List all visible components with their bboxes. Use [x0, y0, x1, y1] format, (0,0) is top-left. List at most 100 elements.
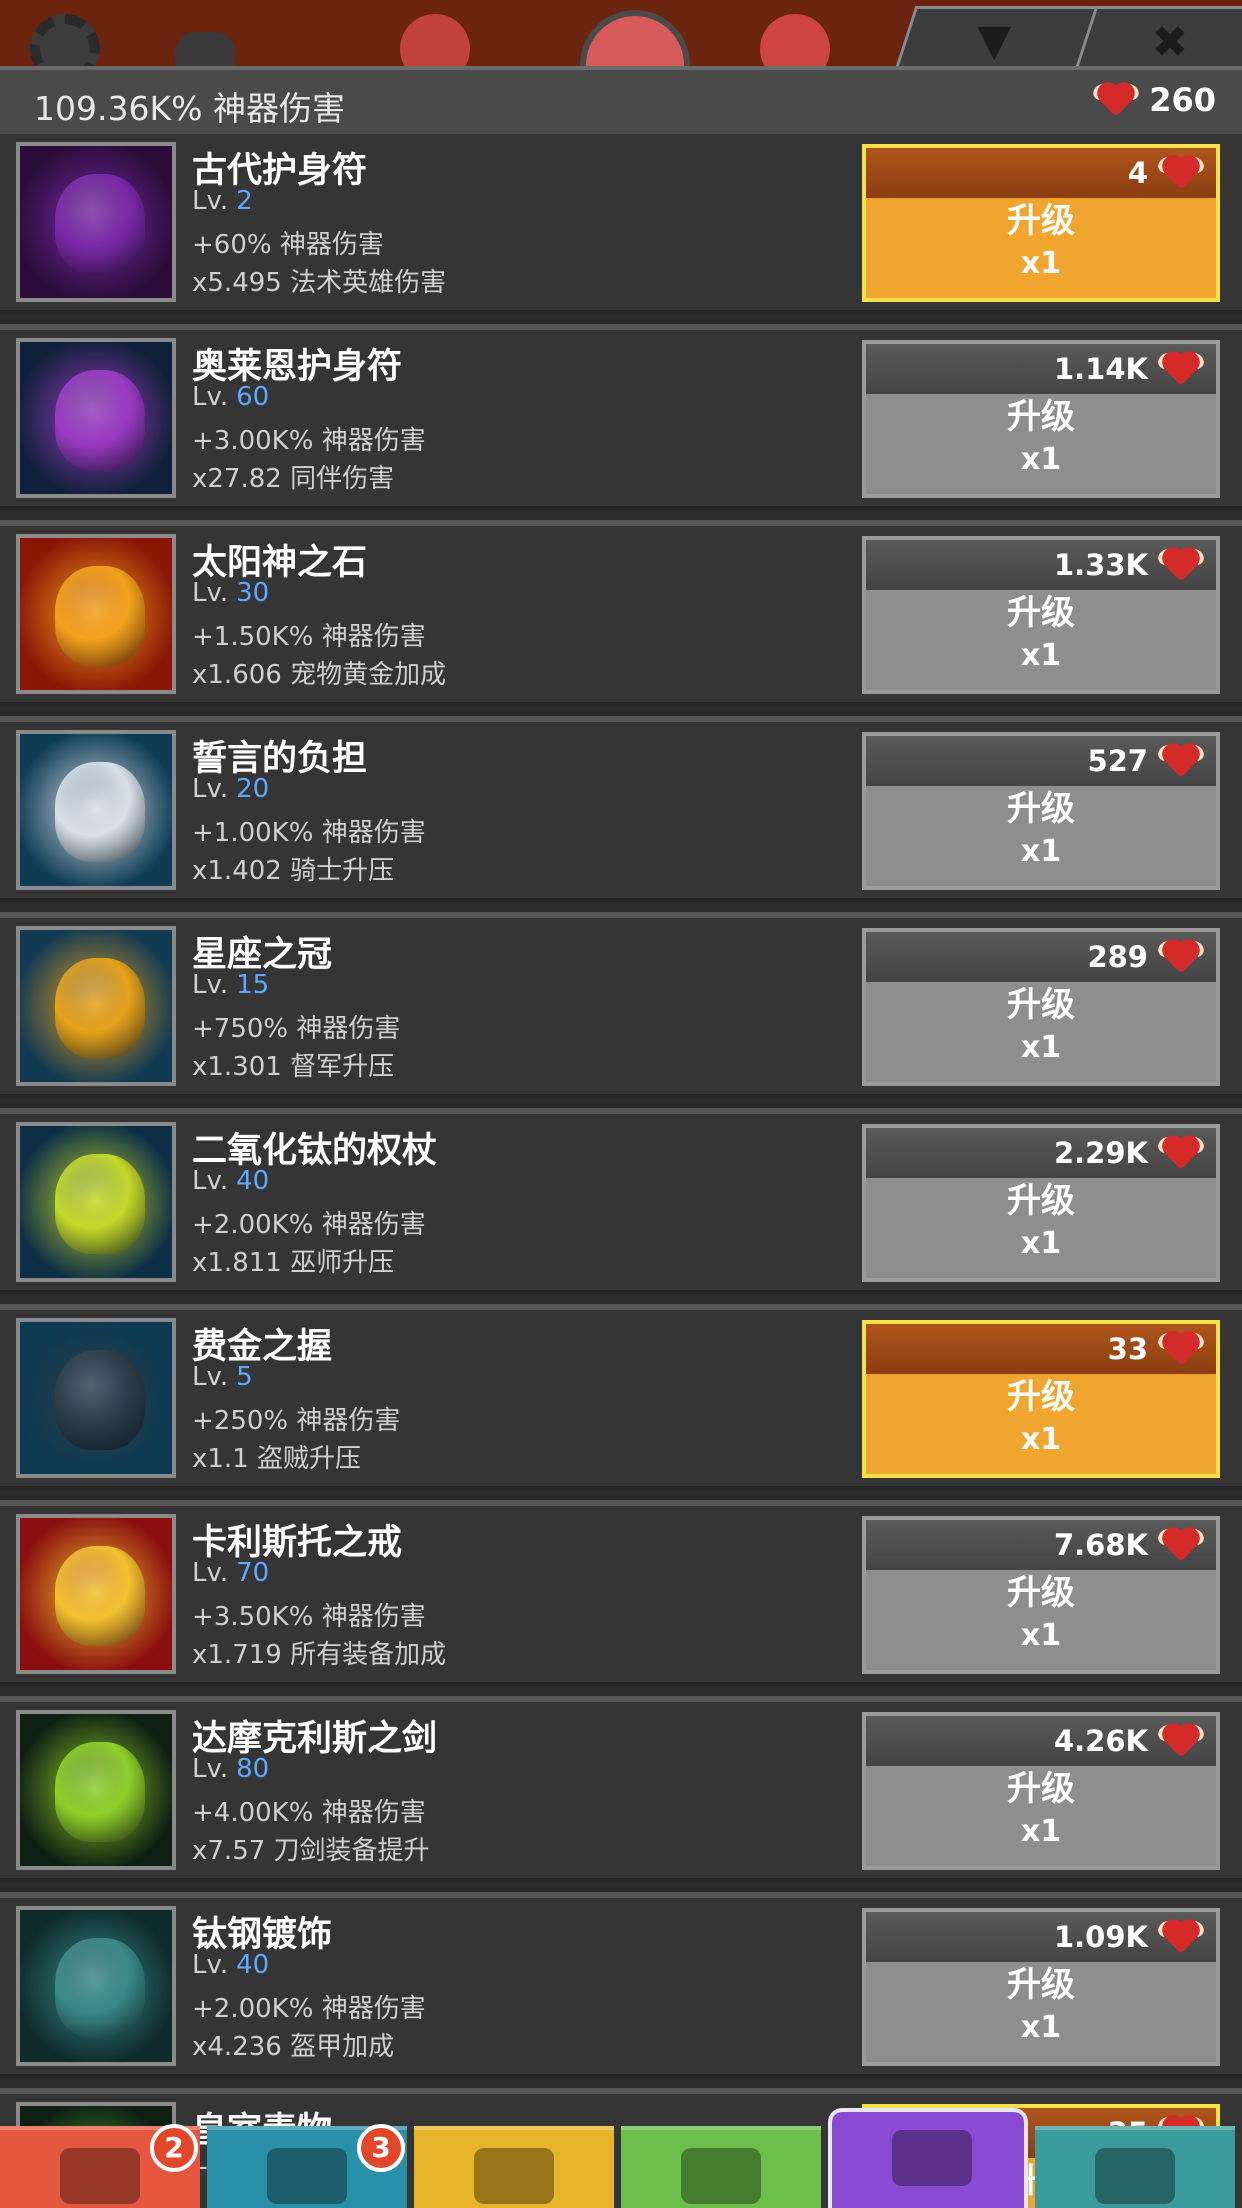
upgrade-button[interactable]: 1.33K 升级 x1: [862, 536, 1220, 694]
upgrade-label: 升级: [1007, 1573, 1075, 1613]
upgrade-label: 升级: [1007, 985, 1075, 1025]
artifact-portrait[interactable]: [16, 338, 176, 498]
upgrade-label: 升级: [1007, 201, 1075, 241]
artifact-list[interactable]: 古代护身符 Lv. 2 +60% 神器伤害 x5.495 法术英雄伤害 4 升级 …: [0, 134, 1242, 2208]
upgrade-multiplier: x1: [1020, 1030, 1062, 1065]
upgrade-button[interactable]: 2.29K 升级 x1: [862, 1124, 1220, 1282]
bottom-nav: 23: [0, 2108, 1242, 2208]
winged-heart-icon: [1155, 1133, 1207, 1173]
upgrade-button[interactable]: 4 升级 x1: [862, 144, 1220, 302]
artifact-bonus-stat: x1.811 巫师升压: [192, 1248, 395, 1278]
artifact-portrait[interactable]: [16, 142, 176, 302]
artifact-row: 卡利斯托之戒 Lv. 70 +3.50K% 神器伤害 x1.719 所有装备加成 …: [0, 1506, 1242, 1702]
nav-tab-pets[interactable]: [621, 2126, 821, 2208]
upgrade-label: 升级: [1007, 1965, 1075, 2005]
upgrade-label: 升级: [1007, 1377, 1075, 1417]
upgrade-multiplier: x1: [1020, 246, 1062, 281]
close-icon: ✖: [1151, 17, 1189, 68]
artifact-portrait[interactable]: [16, 1710, 176, 1870]
upgrade-button[interactable]: 33 升级 x1: [862, 1320, 1220, 1478]
artifact-level: Lv. 30: [192, 578, 269, 608]
artifact-portrait[interactable]: [16, 730, 176, 890]
artifact-damage-stat: +750% 神器伤害: [192, 1014, 401, 1044]
artifact-portrait[interactable]: [16, 1514, 176, 1674]
sword-icon: [60, 2148, 140, 2204]
artifact-damage-stat: +3.50K% 神器伤害: [192, 1602, 426, 1632]
nav-tab-shop[interactable]: [1035, 2126, 1235, 2208]
artifact-portrait[interactable]: [16, 926, 176, 1086]
nav-tab-artifacts[interactable]: [828, 2108, 1028, 2208]
upgrade-button[interactable]: 1.09K 升级 x1: [862, 1908, 1220, 2066]
upgrade-button[interactable]: 527 升级 x1: [862, 732, 1220, 890]
skill-orb-icon[interactable]: [760, 14, 830, 70]
level-label: Lv.: [192, 382, 229, 412]
skill-orb-icon[interactable]: [580, 10, 690, 70]
upgrade-cost: 7.68K: [866, 1520, 1216, 1570]
artifact-portrait[interactable]: [16, 534, 176, 694]
notification-badge: 3: [357, 2124, 405, 2172]
upgrade-cost: 33: [866, 1324, 1216, 1374]
level-label: Lv.: [192, 774, 229, 804]
artifact-damage-stat: +3.00K% 神器伤害: [192, 426, 426, 456]
level-value: 30: [236, 578, 270, 608]
close-panel-button[interactable]: ✖: [1074, 6, 1242, 70]
gear-icon[interactable]: [30, 14, 100, 70]
upgrade-button[interactable]: 289 升级 x1: [862, 928, 1220, 1086]
winged-heart-icon: [1155, 1525, 1207, 1565]
nav-tab-sword[interactable]: 2: [0, 2124, 200, 2208]
cost-value: 1.14K: [1053, 352, 1148, 386]
artifact-row: 星座之冠 Lv. 15 +750% 神器伤害 x1.301 督军升压 289 升级…: [0, 918, 1242, 1114]
viking-helmet-icon: [267, 2148, 347, 2204]
cost-value: 4.26K: [1053, 1724, 1148, 1758]
cost-value: 33: [1107, 1332, 1148, 1366]
cost-value: 1.33K: [1053, 548, 1148, 582]
crossed-swords-helmet-icon[interactable]: [165, 14, 245, 70]
artifact-row: 达摩克利斯之剑 Lv. 80 +4.00K% 神器伤害 x7.57 刀剑装备提升 …: [0, 1702, 1242, 1898]
notification-badge: 2: [150, 2124, 198, 2172]
winged-heart-icon: [1155, 545, 1207, 585]
total-artifact-damage: 109.36K% 神器伤害: [34, 89, 345, 128]
artifact-bonus-stat: x1.1 盗贼升压: [192, 1444, 362, 1474]
collapse-panel-button[interactable]: ▼: [894, 6, 1106, 70]
artifact-portrait[interactable]: [16, 1318, 176, 1478]
upgrade-cost: 1.14K: [866, 344, 1216, 394]
cost-value: 2.29K: [1053, 1136, 1148, 1170]
skill-orb-icon[interactable]: [400, 14, 470, 70]
nav-tab-heroes[interactable]: 3: [207, 2124, 407, 2208]
artifact-level: Lv. 2: [192, 186, 253, 216]
level-label: Lv.: [192, 1754, 229, 1784]
shirt-icon: [474, 2148, 554, 2204]
cost-value: 7.68K: [1053, 1528, 1148, 1562]
artifact-damage-stat: +60% 神器伤害: [192, 230, 384, 260]
artifact-level: Lv. 20: [192, 774, 269, 804]
hearts-count: 260: [1149, 81, 1216, 119]
artifact-damage-stat: +1.50K% 神器伤害: [192, 622, 426, 652]
artifact-level: Lv. 70: [192, 1558, 269, 1588]
upgrade-cost: 527: [866, 736, 1216, 786]
artifact-level: Lv. 80: [192, 1754, 269, 1784]
upgrade-multiplier: x1: [1020, 834, 1062, 869]
level-value: 40: [236, 1950, 270, 1980]
upgrade-button[interactable]: 1.14K 升级 x1: [862, 340, 1220, 498]
artifact-damage-stat: +250% 神器伤害: [192, 1406, 401, 1436]
upgrade-button[interactable]: 4.26K 升级 x1: [862, 1712, 1220, 1870]
upgrade-multiplier: x1: [1020, 638, 1062, 673]
artifact-row: 钛钢镀饰 Lv. 40 +2.00K% 神器伤害 x4.236 盔甲加成 1.09…: [0, 1898, 1242, 2094]
upgrade-label: 升级: [1007, 397, 1075, 437]
nav-tab-equipment[interactable]: [414, 2126, 614, 2208]
level-label: Lv.: [192, 1558, 229, 1588]
artifact-bonus-stat: x27.82 同伴伤害: [192, 464, 395, 494]
upgrade-button[interactable]: 7.68K 升级 x1: [862, 1516, 1220, 1674]
artifact-portrait[interactable]: [16, 1122, 176, 1282]
artifact-portrait[interactable]: [16, 1906, 176, 2066]
winged-heart-icon: [1155, 1917, 1207, 1957]
chevron-down-icon: ▼: [977, 15, 1012, 66]
artifact-row: 奥莱恩护身符 Lv. 60 +3.00K% 神器伤害 x27.82 同伴伤害 1.…: [0, 330, 1242, 526]
level-value: 40: [236, 1166, 270, 1196]
level-value: 20: [236, 774, 270, 804]
level-label: Lv.: [192, 970, 229, 1000]
upgrade-multiplier: x1: [1020, 1226, 1062, 1261]
upgrade-label: 升级: [1007, 1769, 1075, 1809]
upgrade-label: 升级: [1007, 593, 1075, 633]
artifact-level: Lv. 40: [192, 1950, 269, 1980]
